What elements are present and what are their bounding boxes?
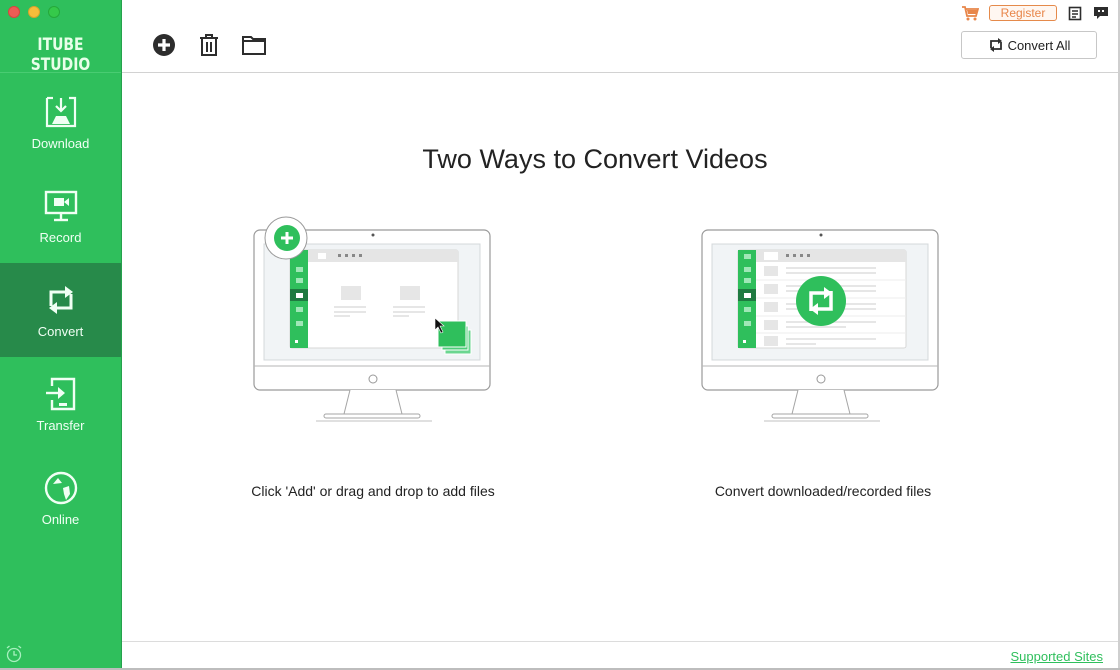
sidebar-item-label: Transfer	[36, 418, 85, 433]
sidebar-item-online[interactable]: Online	[0, 451, 121, 545]
convert-icon	[48, 286, 73, 314]
convert-all-label: Convert All	[1007, 37, 1071, 53]
page-title: Two Ways to Convert Videos	[422, 144, 768, 174]
add-files-caption: Click 'Add' or drag and drop to add file…	[251, 483, 495, 499]
record-monitor-icon	[44, 190, 77, 222]
sidebar-item-label: Download	[31, 136, 90, 151]
toolbar: Register Convert All	[122, 0, 1120, 73]
window-close-button[interactable]	[8, 6, 20, 18]
window-maximize-button[interactable]	[48, 6, 60, 18]
app-window: ITUBE STUDIO Download Record Convert Tra…	[0, 0, 1120, 670]
alarm-clock-icon[interactable]	[5, 645, 23, 663]
sidebar: ITUBE STUDIO Download Record Convert Tra…	[0, 0, 121, 670]
window-minimize-button[interactable]	[28, 6, 40, 18]
main-content: Two Ways to Convert Videos Click 'Add' o…	[122, 74, 1120, 641]
convert-icon	[989, 38, 1002, 52]
window-controls	[8, 6, 60, 18]
sidebar-item-label: Online	[41, 512, 80, 527]
footer: Supported Sites	[122, 641, 1120, 670]
folder-icon[interactable]	[240, 31, 268, 59]
sidebar-item-download[interactable]: Download	[0, 75, 121, 169]
clipboard-icon[interactable]	[1068, 6, 1082, 21]
app-logo: ITUBE STUDIO	[30, 35, 91, 75]
sidebar-item-label: Convert	[37, 324, 84, 339]
sidebar-divider	[0, 72, 121, 73]
transfer-icon	[45, 377, 75, 411]
add-circle-icon[interactable]	[150, 31, 178, 59]
add-files-illustration[interactable]	[242, 214, 502, 434]
register-button[interactable]: Register	[989, 5, 1057, 21]
globe-icon	[44, 471, 77, 505]
supported-sites-link[interactable]: Supported Sites	[1010, 649, 1103, 664]
convert-all-button[interactable]: Convert All	[961, 31, 1097, 59]
convert-files-illustration[interactable]	[690, 214, 950, 434]
trash-icon[interactable]	[195, 31, 223, 59]
convert-files-caption: Convert downloaded/recorded files	[714, 483, 932, 499]
cart-icon[interactable]	[961, 5, 979, 21]
sidebar-item-transfer[interactable]: Transfer	[0, 357, 121, 451]
chat-icon[interactable]	[1093, 6, 1109, 20]
download-icon	[45, 96, 76, 128]
sidebar-item-record[interactable]: Record	[0, 169, 121, 263]
sidebar-item-convert[interactable]: Convert	[0, 263, 121, 357]
sidebar-item-label: Record	[39, 230, 82, 245]
